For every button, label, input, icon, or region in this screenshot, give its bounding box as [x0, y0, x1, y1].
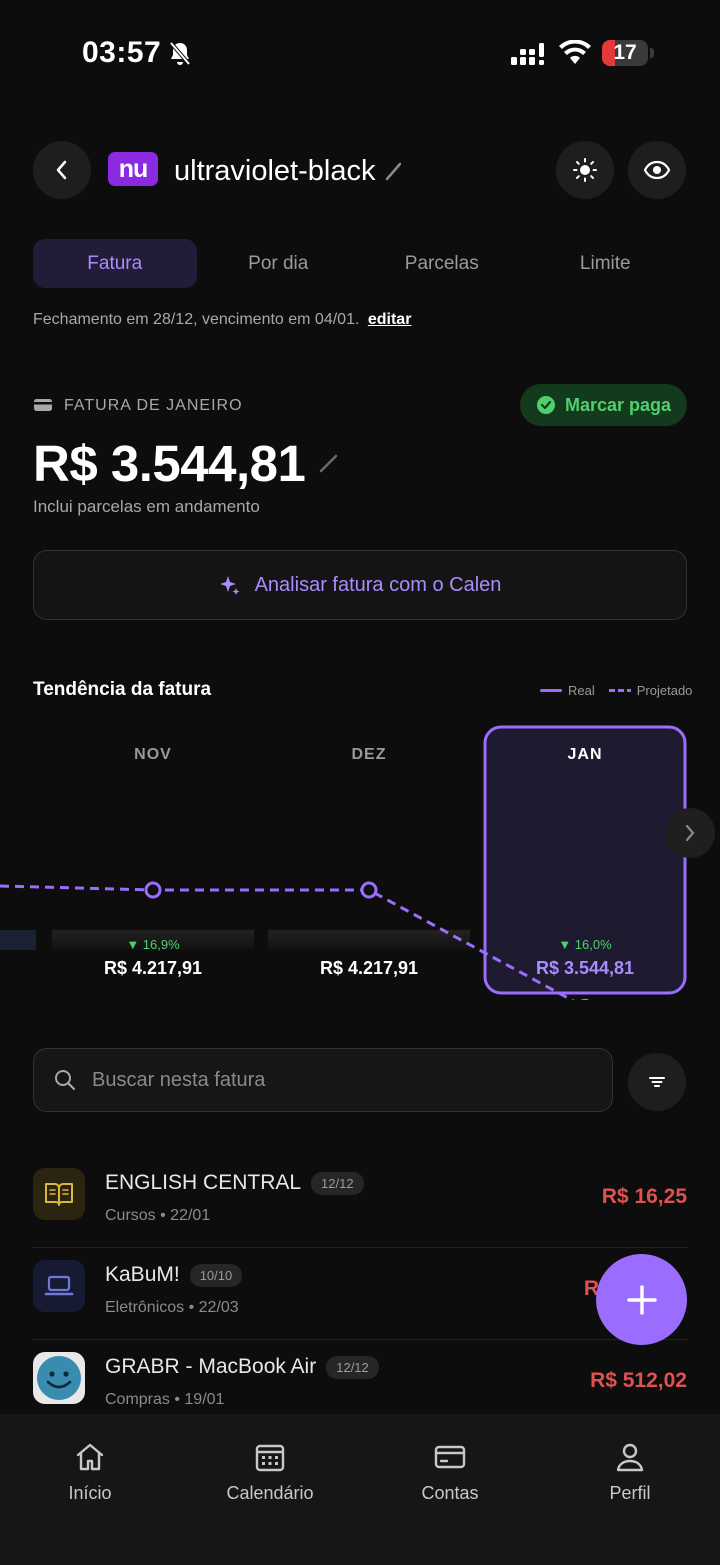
nav-calendario[interactable]: Calendário [180, 1414, 360, 1565]
installment-badge: 12/12 [326, 1355, 379, 1379]
nav-inicio[interactable]: Início [0, 1414, 180, 1565]
chart-bar-previous [0, 929, 36, 950]
edit-card-name-icon[interactable] [384, 160, 404, 187]
chart-legend: Real Projetado [540, 683, 692, 698]
sun-icon [573, 158, 597, 182]
nav-perfil-label: Perfil [609, 1483, 651, 1503]
closing-info: Fechamento em 28/12, vencimento em 04/01… [33, 311, 411, 329]
bottom-nav: Início Calendário Contas Perfil [0, 1414, 720, 1565]
transaction-subtitle: Compras • 19/01 [105, 1391, 225, 1408]
nav-perfil[interactable]: Perfil [540, 1414, 720, 1565]
search-icon [55, 1070, 76, 1091]
eye-icon [643, 160, 671, 180]
add-transaction-button[interactable] [596, 1254, 687, 1345]
laptop-icon [33, 1260, 85, 1312]
status-time: 03:57 [82, 36, 162, 69]
chart-bar-dez [268, 929, 470, 950]
tab-parcelas[interactable]: Parcelas [360, 239, 524, 288]
transaction-subtitle: Eletrônicos • 22/03 [105, 1299, 239, 1316]
analyze-invoice-label: Analisar fatura com o Calen [254, 573, 502, 596]
legend-projected-label: Projetado [636, 683, 693, 698]
legend-projected-swatch [608, 689, 631, 692]
back-button[interactable] [33, 141, 91, 199]
calendar-icon [255, 1444, 285, 1472]
transaction-name: KaBuM! [105, 1263, 180, 1286]
nav-contas-label: Contas [421, 1483, 479, 1503]
nav-contas[interactable]: Contas [360, 1414, 540, 1565]
search-box [33, 1048, 613, 1112]
data-point-nov [144, 881, 162, 899]
plus-icon [626, 1284, 657, 1315]
transaction-row[interactable]: ENGLISH CENTRAL 12/12 Cursos • 22/01 R$ … [33, 1155, 687, 1248]
invoice-label: FATURA DE JANEIRO [64, 397, 243, 414]
sparkle-icon [219, 576, 240, 595]
chart-next-button[interactable] [665, 808, 715, 858]
chevron-left-icon [56, 160, 67, 180]
transaction-name: ENGLISH CENTRAL [105, 1171, 302, 1194]
transaction-amount: R$ 512,02 [590, 1369, 687, 1392]
search-input[interactable] [90, 1067, 554, 1093]
wifi-icon [558, 39, 592, 71]
tab-limite[interactable]: Limite [524, 239, 688, 288]
signal-icon [511, 43, 547, 72]
tab-bar: Fatura Por dia Parcelas Limite [33, 239, 687, 288]
transaction-amount: R$ 16,25 [601, 1185, 687, 1208]
value-label-dez: R$ 4.217,91 [320, 958, 418, 978]
mark-paid-label: Marcar paga [564, 394, 672, 415]
nav-inicio-label: Início [68, 1483, 112, 1503]
home-icon [76, 1443, 104, 1471]
check-circle-icon [536, 396, 555, 414]
transaction-subtitle: Cursos • 22/01 [105, 1207, 211, 1224]
month-label-nov: NOV [134, 746, 172, 763]
analyze-invoice-button[interactable]: Analisar fatura com o Calen [33, 550, 687, 620]
trend-title: Tendência da fatura [33, 679, 212, 700]
visibility-toggle-button[interactable] [628, 141, 686, 199]
data-point-dez [360, 881, 378, 899]
credit-card-icon [33, 397, 53, 418]
transaction-row[interactable]: KaBuM! 10/10 Eletrônicos • 22/03 R [33, 1247, 687, 1340]
grabr-logo [33, 1352, 85, 1404]
battery-indicator: 17 [602, 40, 648, 66]
change-label-jan: ▼ 16,0% [558, 937, 612, 952]
tab-fatura[interactable]: Fatura [33, 239, 197, 288]
legend-real-label: Real [568, 683, 595, 698]
edit-dates-link[interactable]: editar [368, 311, 412, 328]
invoice-amount: R$ 3.544,81 [33, 435, 306, 492]
chevron-right-icon [685, 824, 695, 842]
user-icon [616, 1443, 644, 1472]
invoice-subtitle: Inclui parcelas em andamento [33, 497, 260, 516]
nubank-logo: nu [108, 152, 158, 186]
card-name: ultraviolet-black [174, 155, 376, 187]
edit-amount-icon[interactable] [318, 452, 340, 479]
bell-muted-icon [168, 41, 192, 72]
book-icon [33, 1168, 85, 1220]
filter-icon [649, 1077, 665, 1087]
change-label-nov: ▼ 16,9% [126, 937, 180, 952]
month-label-dez: DEZ [352, 746, 387, 763]
trend-chart: NOV DEZ JAN ▼ 16,9% ▼ 16,0% R$ 4.217,91 R$ 4.2… [0, 725, 687, 1000]
battery-level: 17 [613, 41, 637, 64]
tab-por-dia[interactable]: Por dia [197, 239, 361, 288]
installment-badge: 12/12 [311, 1171, 364, 1195]
closing-text: Fechamento em 28/12, vencimento em 04/01… [33, 311, 360, 328]
mark-paid-button[interactable]: Marcar paga [520, 384, 687, 426]
value-label-jan: R$ 3.544,81 [536, 958, 634, 978]
value-label-nov: R$ 4.217,91 [104, 958, 202, 978]
transaction-name: GRABR - MacBook Air [105, 1355, 317, 1378]
legend-real-swatch [540, 689, 562, 692]
nav-calendario-label: Calendário [226, 1483, 314, 1503]
filter-button[interactable] [628, 1053, 686, 1111]
installment-badge: 10/10 [189, 1263, 243, 1287]
card-icon [434, 1445, 466, 1469]
selected-month-highlight [483, 725, 687, 995]
theme-toggle-button[interactable] [556, 141, 614, 199]
month-label-jan: JAN [567, 746, 602, 763]
